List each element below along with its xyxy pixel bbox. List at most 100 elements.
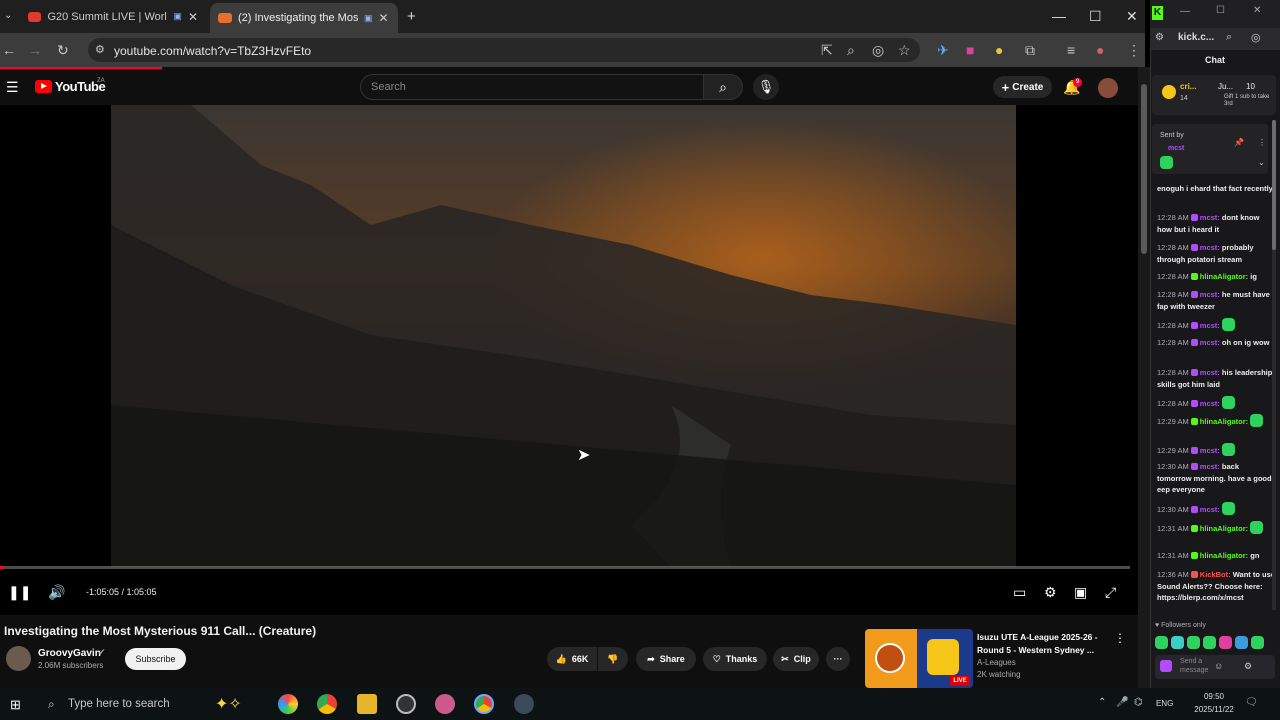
pause-button[interactable]: ❚❚ — [8, 584, 31, 601]
chat-username[interactable]: mcst: — [1200, 462, 1220, 471]
chat-message[interactable]: enoguh i ehard that fact recently — [1157, 183, 1275, 195]
dislike-button[interactable]: 👎 — [598, 647, 628, 671]
emote-icon[interactable] — [1171, 636, 1184, 649]
emote-icon[interactable] — [1251, 636, 1264, 649]
tab-g20-summit[interactable]: G20 Summit LIVE | World Le ▣ ✕ — [20, 4, 206, 29]
chat-scrollbar-thumb[interactable] — [1272, 120, 1276, 250]
chat-message[interactable]: 12:30 AM mcst: — [1157, 502, 1275, 516]
tracking-icon[interactable]: ◎ — [872, 42, 884, 59]
media-control-icon[interactable]: ≡ — [1067, 42, 1075, 58]
sparkle-icon[interactable]: ✦✧ — [215, 694, 242, 714]
chat-username[interactable]: mcst: — [1200, 338, 1220, 347]
chat-username[interactable]: KickBot: — [1200, 570, 1231, 579]
chat-username[interactable]: mcst: — [1200, 505, 1220, 514]
chat-message[interactable]: 12:28 AM mcst: dont know how but i heard… — [1157, 212, 1275, 235]
tab-investigating[interactable]: (2) Investigating the Most M ▣ ✕ — [210, 3, 398, 33]
chat-username[interactable]: mcst: — [1200, 321, 1220, 330]
close-window-button[interactable]: ✕ — [1126, 8, 1138, 25]
extension-icon[interactable]: ✈ — [937, 42, 949, 59]
chat-username[interactable]: mcst: — [1200, 243, 1220, 252]
taskbar-search-input[interactable]: Type here to search — [68, 698, 170, 710]
emote-icon[interactable] — [1155, 636, 1168, 649]
tab-search-icon[interactable]: ⌄ — [4, 10, 12, 21]
chat-message[interactable]: 12:28 AM hlinaAligator: ig — [1157, 271, 1275, 283]
pinned-gift-banner[interactable]: cri... 14 Ju... 10 Gift 1 sub to take 3r… — [1152, 75, 1276, 115]
tray-chevron-icon[interactable]: ⌃ — [1098, 697, 1106, 708]
microphone-icon[interactable]: 🎤 — [1116, 697, 1128, 708]
chat-minimize-button[interactable]: — — [1180, 6, 1190, 17]
like-button[interactable]: 👍 66K — [547, 647, 597, 671]
install-app-icon[interactable]: ⇱ — [821, 42, 833, 59]
site-info-icon[interactable]: ⚙ — [95, 43, 105, 56]
app-icon[interactable] — [514, 694, 534, 714]
start-windows-icon[interactable]: ⊞ — [10, 697, 21, 713]
recommended-channel[interactable]: A-Leagues — [977, 658, 1016, 667]
chat-username[interactable]: mcst: — [1200, 290, 1220, 299]
channel-avatar[interactable] — [6, 646, 31, 671]
file-explorer-icon[interactable] — [357, 694, 377, 714]
chrome-menu-icon[interactable]: ⋮ — [1127, 42, 1141, 59]
app-icon[interactable] — [435, 694, 455, 714]
voice-search-button[interactable]: 🎙 — [753, 74, 779, 100]
chrome-active-icon[interactable] — [474, 694, 494, 714]
more-actions-button[interactable]: ··· — [826, 647, 850, 671]
share-button[interactable]: ➦ Share — [636, 647, 696, 671]
close-tab-icon[interactable]: ✕ — [379, 11, 389, 25]
extensions-puzzle-icon[interactable]: ⧉ — [1025, 42, 1035, 59]
chat-username[interactable]: hlinaAligator: — [1200, 551, 1248, 560]
language-indicator[interactable]: ENG — [1156, 699, 1173, 708]
taskbar-search-icon[interactable]: ⌕ — [48, 697, 55, 712]
recommended-more-icon[interactable]: ⋮ — [1114, 631, 1126, 645]
chat-message[interactable]: 12:29 AM mcst: — [1157, 443, 1275, 457]
chat-url-text[interactable]: kick.c... — [1178, 32, 1214, 43]
clock-date[interactable]: 2025/11/22 — [1194, 705, 1234, 714]
chat-username[interactable]: mcst: — [1200, 399, 1220, 408]
zoom-icon[interactable]: ⌕ — [847, 42, 855, 59]
extension-icon[interactable]: ● — [995, 42, 1003, 58]
minimize-button[interactable]: — — [1052, 8, 1066, 24]
fullscreen-button[interactable]: ⤢ — [1105, 584, 1116, 601]
chat-username[interactable]: mcst: — [1200, 213, 1220, 222]
chat-maximize-button[interactable]: ☐ — [1216, 5, 1225, 16]
create-button[interactable]: + Create — [993, 76, 1052, 98]
close-tab-icon[interactable]: ✕ — [188, 10, 198, 24]
chat-message[interactable]: 12:28 AM mcst: probably through potatori… — [1157, 242, 1275, 265]
channel-name[interactable]: GroovyGavin — [38, 648, 101, 659]
forward-icon[interactable]: → — [28, 42, 42, 58]
chrome-app-icon[interactable] — [317, 694, 337, 714]
chat-username[interactable]: hlinaAligator: — [1200, 524, 1248, 533]
chat-message[interactable]: 12:28 AM mcst: — [1157, 318, 1275, 332]
settings-button[interactable]: ⚙ — [1044, 584, 1057, 601]
captions-button[interactable]: ▭ — [1013, 584, 1026, 601]
pinned-more-icon[interactable]: ⋮ — [1258, 138, 1266, 147]
chat-message[interactable]: 12:36 AM KickBot: Want to use Sound Aler… — [1157, 569, 1275, 604]
chevron-down-icon[interactable]: ⌄ — [1258, 158, 1265, 167]
clock-time[interactable]: 09:50 — [1198, 692, 1230, 701]
video-scrubber[interactable] — [0, 566, 1130, 569]
chat-message[interactable]: 12:28 AM mcst: he must have fap with twe… — [1157, 289, 1275, 312]
chat-username[interactable]: mcst: — [1200, 446, 1220, 455]
copilot-icon[interactable] — [278, 694, 298, 714]
recommended-title[interactable]: Isuzu UTE A-League 2025-26 - Round 5 - W… — [977, 631, 1107, 657]
url-text[interactable]: youtube.com/watch?v=TbZ3HzvFEto — [114, 44, 311, 58]
quick-emote-row[interactable] — [1155, 636, 1277, 650]
pinned-message[interactable]: Sent by mcst 📌 ⋮ ⌄ — [1152, 124, 1268, 174]
account-avatar[interactable] — [1098, 78, 1118, 98]
extension-icon[interactable]: ■ — [966, 42, 974, 58]
subscribe-button[interactable]: Subscribe — [125, 648, 186, 670]
chat-message[interactable]: 12:29 AM hlinaAligator: — [1157, 414, 1275, 428]
miniplayer-button[interactable]: ▣ — [1074, 584, 1087, 601]
tracking-icon[interactable]: ◎ — [1251, 31, 1261, 44]
back-icon[interactable]: ← — [2, 42, 16, 58]
notification-center-icon[interactable]: 🗨 — [1245, 697, 1258, 708]
chat-settings-icon[interactable]: ⚙ — [1244, 661, 1252, 672]
volume-button[interactable]: 🔊 — [48, 584, 65, 601]
chat-username[interactable]: hlinaAligator: — [1200, 272, 1248, 281]
clip-button[interactable]: ✂ Clip — [773, 647, 819, 671]
chat-message[interactable]: 12:28 AM mcst: his leadership skills got… — [1157, 367, 1275, 390]
profile-icon[interactable]: ● — [1096, 42, 1104, 58]
emote-icon[interactable] — [1203, 636, 1216, 649]
emote-icon[interactable] — [1187, 636, 1200, 649]
hamburger-menu-icon[interactable]: ☰ — [6, 79, 19, 96]
chat-message[interactable]: 12:30 AM mcst: back tomorrow morning. ha… — [1157, 461, 1275, 496]
